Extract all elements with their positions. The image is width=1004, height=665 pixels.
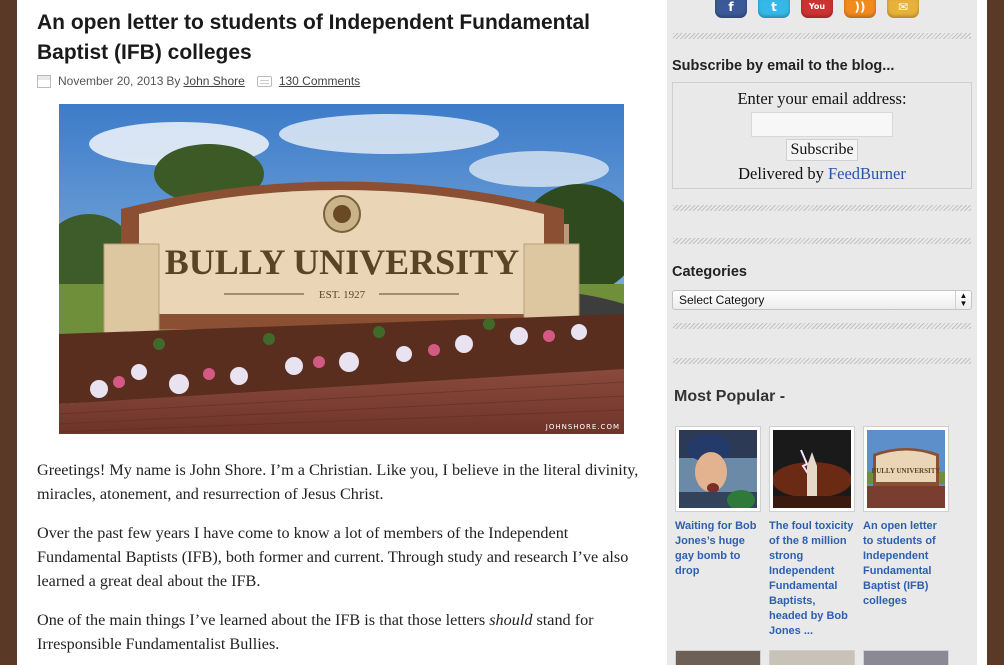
rss-icon-glyph: )) (854, 0, 866, 14)
thumb-sign-text: BULLY UNIVERSITY (872, 467, 941, 475)
post-meta: November 20, 2013 By John Shore 130 Comm… (37, 72, 360, 90)
featured-image: BULLY UNIVERSITY EST. 1927 JOHNSHORE.COM (59, 104, 624, 434)
subscribe-form: Enter your email address: Subscribe Deli… (672, 82, 972, 189)
most-popular-title: Most Popular - (674, 388, 786, 405)
popular-thumb[interactable] (675, 426, 761, 512)
popular-thumb[interactable] (769, 650, 855, 665)
post-date: November 20, 2013 (58, 74, 164, 88)
categories-title: Categories (672, 264, 747, 280)
page: An open letter to students of Independen… (17, 0, 987, 665)
popular-post[interactable]: BULLY UNIVERSITY An open letter to stude… (863, 426, 949, 639)
twitter-icon-glyph: t (771, 0, 777, 14)
email-icon-glyph: ✉ (897, 0, 909, 14)
paragraph-text: One of the main things I’ve learned abou… (37, 611, 490, 629)
popular-thumb[interactable] (675, 650, 761, 665)
feedburner-link[interactable]: FeedBurner (828, 164, 906, 183)
popular-title[interactable]: The foul toxicity of the 8 million stron… (769, 519, 855, 639)
subscribe-button[interactable]: Subscribe (786, 139, 858, 161)
facebook-icon-glyph: f (728, 0, 734, 14)
sign-text: BULLY UNIVERSITY (165, 242, 519, 282)
popular-thumb[interactable] (769, 426, 855, 512)
delivered-by-label: Delivered by (738, 164, 824, 183)
popular-title[interactable]: Waiting for Bob Jones’s huge gay bomb to… (675, 519, 761, 579)
popular-posts-row-2 (675, 650, 949, 665)
calendar-icon (37, 74, 51, 88)
delivered-by: Delivered by FeedBurner (673, 164, 971, 184)
subscribe-title: Subscribe by email to the blog... (672, 58, 895, 74)
category-select[interactable]: Select Category ▲ ▼ (672, 290, 972, 310)
sign-subtext: EST. 1927 (319, 289, 366, 301)
popular-post[interactable]: The foul toxicity of the 8 million stron… (769, 426, 855, 639)
comment-icon (256, 75, 272, 87)
popular-thumb[interactable] (863, 650, 949, 665)
post-paragraph: Greetings! My name is John Shore. I’m a … (37, 461, 639, 503)
popular-title[interactable]: An open letter to students of Independen… (863, 519, 949, 609)
sidebar: f t You)) ✉ Subscribe by email to the blog.… (667, 0, 977, 665)
post-paragraph: Over the past few years I have come to k… (37, 524, 629, 590)
divider (673, 205, 971, 211)
youtube-icon-glyph: You (808, 2, 826, 11)
email-icon[interactable]: ✉ (887, 0, 919, 18)
comments-link[interactable]: 130 Comments (279, 74, 360, 88)
divider (673, 358, 971, 364)
by-label: By (166, 74, 181, 88)
author-link[interactable]: John Shore (183, 74, 244, 88)
social-icons: f t You)) ✉ (715, 0, 919, 18)
post-paragraph: One of the main things I’ve learned abou… (37, 608, 652, 656)
select-arrows-icon: ▲ ▼ (955, 291, 971, 309)
divider (673, 323, 971, 329)
category-selected: Select Category (679, 293, 765, 307)
facebook-icon[interactable]: f (715, 0, 747, 18)
youtube-icon[interactable]: You (801, 0, 833, 18)
rss-icon[interactable]: )) (844, 0, 876, 18)
divider (673, 33, 971, 39)
post-body: Greetings! My name is John Shore. I’m a … (37, 458, 652, 665)
image-watermark: JOHNSHORE.COM (545, 423, 620, 431)
popular-thumb[interactable]: BULLY UNIVERSITY (863, 426, 949, 512)
twitter-icon[interactable]: t (758, 0, 790, 18)
popular-post[interactable]: Waiting for Bob Jones’s huge gay bomb to… (675, 426, 761, 639)
divider (673, 238, 971, 244)
email-input[interactable] (751, 112, 893, 137)
main-content: An open letter to students of Independen… (17, 0, 667, 665)
post-title[interactable]: An open letter to students of Independen… (37, 8, 637, 68)
emphasis-text: should (489, 611, 533, 629)
email-label: Enter your email address: (737, 89, 907, 108)
popular-posts: Waiting for Bob Jones’s huge gay bomb to… (675, 426, 949, 639)
